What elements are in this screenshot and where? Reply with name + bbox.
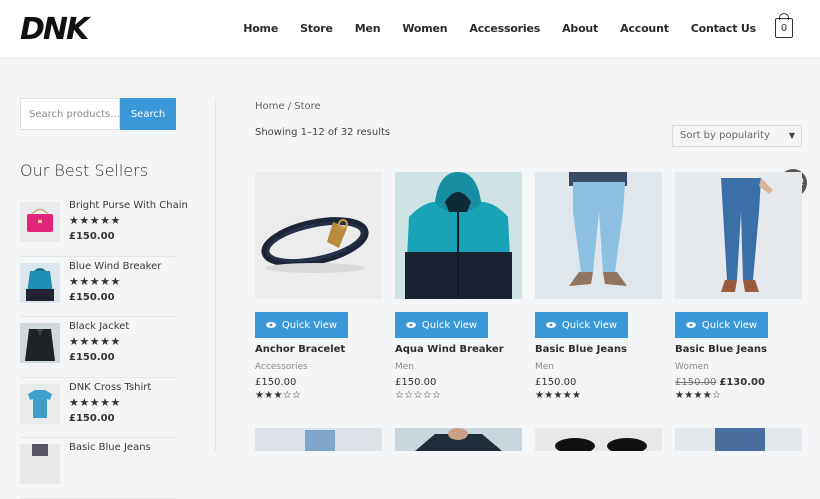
- best-sellers-title: Our Best Sellers: [20, 161, 149, 180]
- sidebar-divider: [215, 98, 216, 451]
- eye-icon: [545, 322, 556, 328]
- anchor-bracelet-image[interactable]: [255, 172, 382, 299]
- best-seller-price: £150.00: [69, 352, 115, 363]
- best-seller-name[interactable]: Black Jacket: [69, 321, 129, 332]
- eye-icon: [265, 322, 276, 328]
- sort-selected-value: Sort by popularity: [680, 130, 770, 141]
- breadcrumb[interactable]: Home / Store: [255, 101, 321, 112]
- product-category[interactable]: Men: [395, 362, 414, 372]
- product-image[interactable]: [255, 428, 382, 451]
- product-image[interactable]: [395, 428, 522, 451]
- rating-stars: ★★★☆☆: [255, 390, 302, 401]
- product-name[interactable]: Aqua Wind Breaker: [395, 344, 504, 355]
- best-seller-item[interactable]: Blue Wind Breaker ★★★★★ £150.00: [20, 257, 176, 317]
- nav-store[interactable]: Store: [300, 22, 333, 35]
- product-category[interactable]: Accessories: [255, 362, 308, 372]
- sort-select[interactable]: Sort by popularity ▼: [672, 125, 802, 147]
- jeans-thumbnail[interactable]: [20, 444, 60, 484]
- current-price: £150.00: [535, 377, 577, 388]
- product-price: £150.00: [535, 377, 576, 388]
- wind-breaker-thumbnail[interactable]: [20, 262, 60, 303]
- product-name[interactable]: Basic Blue Jeans: [535, 344, 627, 355]
- nav-men[interactable]: Men: [355, 22, 381, 35]
- nav-about[interactable]: About: [562, 22, 598, 35]
- main-nav: Home Store Men Women Accessories About A…: [221, 22, 756, 35]
- product-name[interactable]: Anchor Bracelet: [255, 344, 345, 355]
- best-seller-price: £150.00: [69, 231, 115, 242]
- eye-icon: [685, 322, 696, 328]
- sale-price: £130.00: [719, 377, 765, 388]
- product-card: Quick View Basic Blue Jeans Men £150.00 …: [535, 172, 663, 401]
- product-price: £150.00: [395, 377, 436, 388]
- nav-account[interactable]: Account: [620, 22, 669, 35]
- purse-thumbnail[interactable]: [20, 202, 60, 242]
- best-seller-item[interactable]: Black Jacket ★★★★★ £150.00: [20, 317, 176, 378]
- best-seller-name[interactable]: Basic Blue Jeans: [69, 442, 151, 453]
- basic-blue-jeans-women-image[interactable]: [675, 172, 802, 299]
- quick-view-label: Quick View: [701, 319, 758, 331]
- rating-stars: ★★★★★: [535, 390, 582, 401]
- nav-contact-us[interactable]: Contact Us: [691, 22, 756, 35]
- product-category[interactable]: Women: [675, 362, 709, 372]
- best-seller-item[interactable]: Bright Purse With Chain ★★★★★ £150.00: [20, 196, 188, 257]
- nav-accessories[interactable]: Accessories: [469, 22, 540, 35]
- best-seller-item[interactable]: DNK Cross Tshirt ★★★★★ £150.00: [20, 378, 176, 438]
- product-image[interactable]: [675, 428, 802, 451]
- best-seller-name[interactable]: Bright Purse With Chain: [69, 200, 188, 211]
- dnk-logo[interactable]: DNK: [20, 11, 98, 45]
- nav-women[interactable]: Women: [402, 22, 447, 35]
- quick-view-label: Quick View: [421, 319, 478, 331]
- svg-text:DNK: DNK: [20, 12, 92, 45]
- search-button[interactable]: Search: [120, 98, 176, 130]
- best-seller-name[interactable]: DNK Cross Tshirt: [69, 382, 151, 393]
- best-seller-item[interactable]: Basic Blue Jeans: [20, 438, 176, 499]
- tshirt-thumbnail[interactable]: [20, 383, 60, 424]
- product-card: Quick View Aqua Wind Breaker Men £150.00…: [395, 172, 523, 401]
- product-card: Quick View Anchor Bracelet Accessories £…: [255, 172, 383, 401]
- quick-view-label: Quick View: [281, 319, 338, 331]
- best-seller-price: £150.00: [69, 412, 115, 424]
- best-seller-price: £150.00: [69, 291, 115, 303]
- quick-view-button[interactable]: Quick View: [395, 312, 488, 338]
- product-image[interactable]: [535, 428, 662, 451]
- current-price: £150.00: [255, 377, 297, 388]
- product-card: Quick View Basic Blue Jeans Women £150.0…: [675, 172, 803, 401]
- rating-stars: ★★★★★: [69, 336, 121, 348]
- quick-view-label: Quick View: [561, 319, 618, 331]
- quick-view-button[interactable]: Quick View: [535, 312, 628, 338]
- quick-view-button[interactable]: Quick View: [675, 312, 768, 338]
- rating-stars: ★★★★★: [69, 396, 121, 409]
- rating-stars: ★★★★★: [69, 275, 121, 288]
- product-name[interactable]: Basic Blue Jeans: [675, 344, 767, 355]
- product-search: Search: [20, 98, 176, 130]
- rating-stars: ☆☆☆☆☆: [395, 390, 442, 401]
- result-count: Showing 1–12 of 32 results: [255, 127, 391, 138]
- chevron-down-icon: ▼: [788, 131, 795, 140]
- rating-stars: ★★★★☆: [675, 390, 722, 401]
- cart-icon[interactable]: 0: [775, 13, 793, 38]
- current-price: £150.00: [395, 377, 437, 388]
- best-seller-name[interactable]: Blue Wind Breaker: [69, 261, 161, 272]
- site-header: DNK Home Store Men Women Accessories Abo…: [0, 0, 820, 59]
- rating-stars: ★★★★★: [69, 215, 121, 227]
- product-price: £150.00: [255, 377, 296, 388]
- cart-count: 0: [780, 23, 788, 34]
- nav-home[interactable]: Home: [243, 22, 278, 35]
- aqua-wind-breaker-image[interactable]: [395, 172, 522, 299]
- black-jacket-thumbnail[interactable]: [20, 323, 60, 363]
- quick-view-button[interactable]: Quick View: [255, 312, 348, 338]
- eye-icon: [405, 322, 416, 328]
- product-category[interactable]: Men: [535, 362, 554, 372]
- product-price: £150.00 £130.00: [675, 377, 765, 388]
- basic-blue-jeans-men-image[interactable]: [535, 172, 662, 299]
- best-sellers-list: Bright Purse With Chain ★★★★★ £150.00 Bl…: [20, 196, 188, 499]
- original-price: £150.00: [675, 377, 717, 388]
- search-input[interactable]: [20, 98, 120, 130]
